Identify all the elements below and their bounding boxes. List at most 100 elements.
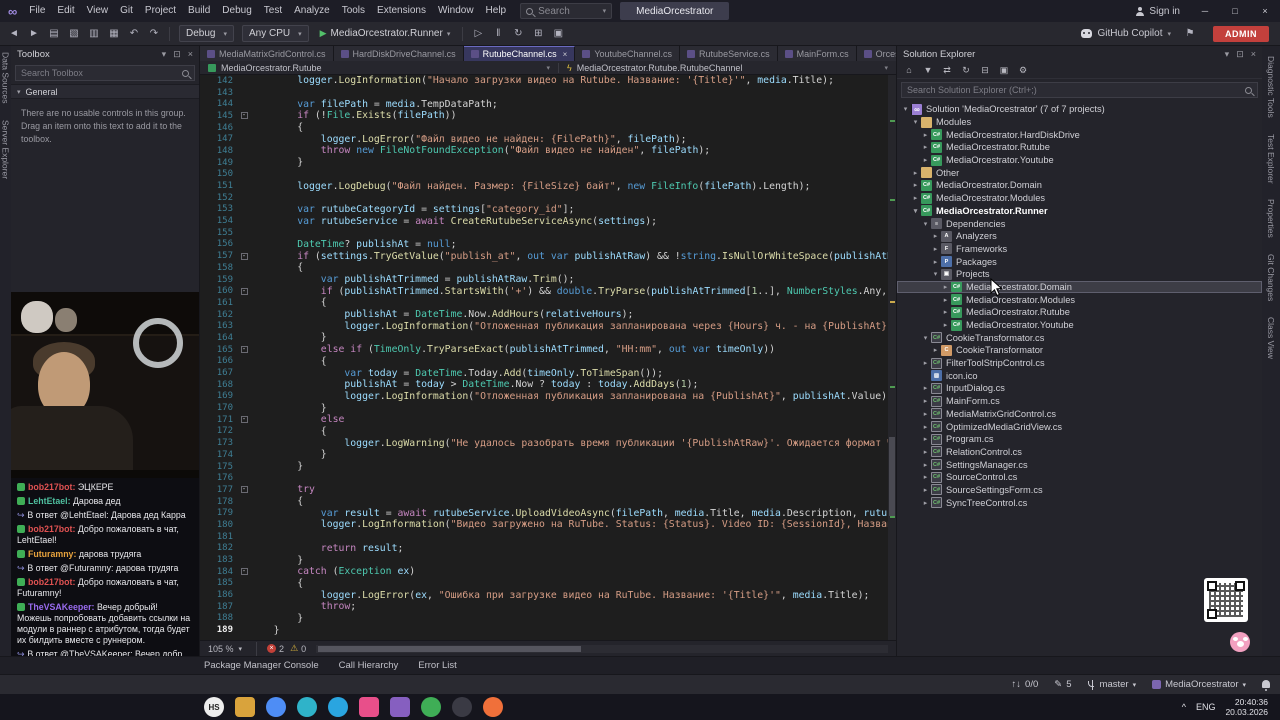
filter-icon[interactable]: ▼ (920, 63, 936, 77)
refresh-icon[interactable]: ↻ (958, 63, 974, 77)
scrollbar-thumb[interactable] (889, 436, 895, 516)
code-editor[interactable]: 142 logger.LogInformation("Начало загрузк… (200, 75, 896, 640)
save-all-icon[interactable]: ▦ (105, 25, 123, 43)
show-all-files-icon[interactable]: ▣ (996, 63, 1012, 77)
tree-item-cookietransformator-cs[interactable]: ▾ C# CookieTransformator.cs (897, 331, 1262, 344)
editor-tab-rutubeservice-cs[interactable]: RutubeService.cs (680, 46, 778, 61)
tree-item-mediaorcestrator-modules[interactable]: ▸ C# MediaOrcestrator.Modules (897, 192, 1262, 205)
editor-tab-rutubechannel-cs[interactable]: RutubeChannel.cs × (463, 46, 576, 61)
language-indicator[interactable]: ENG (1196, 702, 1216, 712)
breadcrumb-type-dropdown[interactable]: ϟ MediaOrcestrator.Rutube.RutubeChannel … (558, 62, 896, 73)
tree-item-mediaorcestrator-domain[interactable]: ▸ C# MediaOrcestrator.Domain (897, 280, 1262, 294)
menu-git[interactable]: Git (114, 0, 139, 22)
collapse-region-icon[interactable]: - (240, 568, 248, 576)
maximize-button[interactable]: □ (1220, 0, 1250, 22)
undo-icon[interactable]: ↶ (125, 25, 143, 43)
tree-item-inputdialog-cs[interactable]: ▸ C# InputDialog.cs (897, 382, 1262, 395)
tree-item-mediaorcestrator-rutube[interactable]: ▸ C# MediaOrcestrator.Rutube (897, 306, 1262, 319)
start-debugging-button[interactable]: ▶ MediaOrcestrator.Runner ▾ (314, 28, 457, 39)
menu-debug[interactable]: Debug (216, 0, 257, 22)
panel-tab-call-hierarchy[interactable]: Call Hierarchy (339, 660, 399, 671)
nav-back-icon[interactable]: ◄ (5, 25, 23, 43)
editor-tab-mediamatrixgridcontrol-cs[interactable]: MediaMatrixGridControl.cs (200, 46, 334, 61)
tree-item-mainform-cs[interactable]: ▸ C# MainForm.cs (897, 395, 1262, 408)
find-icon[interactable]: ▣ (549, 25, 567, 43)
tree-item-synctreecontrol-cs[interactable]: ▸ C# SyncTreeControl.cs (897, 496, 1262, 509)
side-tab-test-explorer[interactable]: Test Explorer (1266, 134, 1276, 184)
tree-item-icon-ico[interactable]: ▨ icon.ico (897, 369, 1262, 382)
tree-item-modules[interactable]: ▾ Modules (897, 116, 1262, 129)
chevron-down-icon[interactable]: ▾ (1225, 49, 1230, 60)
tree-item-mediaorcestrator-youtube[interactable]: ▸ C# MediaOrcestrator.Youtube (897, 319, 1262, 332)
branch-selector[interactable]: master ▾ (1087, 679, 1136, 690)
collapse-region-icon[interactable]: - (240, 346, 248, 354)
tree-item-mediaorcestrator-rutube[interactable]: ▸ C# MediaOrcestrator.Rutube (897, 141, 1262, 154)
tree-item-mediaorcestrator-modules[interactable]: ▸ C# MediaOrcestrator.Modules (897, 293, 1262, 306)
collapse-region-icon[interactable]: - (240, 416, 248, 424)
close-button[interactable]: × (1250, 0, 1280, 22)
new-file-icon[interactable]: ▤ (45, 25, 63, 43)
tree-item-cookietransformator[interactable]: ▸ C CookieTransformator (897, 344, 1262, 357)
menu-build[interactable]: Build (182, 0, 216, 22)
editor-tab-youtubechannel-cs[interactable]: YoutubeChannel.cs (575, 46, 681, 61)
properties-icon[interactable]: ⚙ (1015, 63, 1031, 77)
tray-expand-icon[interactable]: ^ (1182, 702, 1186, 712)
sign-in-button[interactable]: Sign in (1135, 6, 1180, 17)
side-tab-properties[interactable]: Properties (1266, 199, 1276, 238)
minimize-button[interactable]: ─ (1190, 0, 1220, 22)
tree-item-optimizedmediagridview-cs[interactable]: ▸ C# OptimizedMediaGridView.cs (897, 420, 1262, 433)
chevron-down-icon[interactable]: ▾ (162, 49, 167, 60)
side-tab-diagnostic-tools[interactable]: Diagnostic Tools (1266, 56, 1276, 118)
collapse-region-icon[interactable]: - (240, 486, 248, 494)
zoom-control[interactable]: 105 % ▾ (204, 644, 246, 654)
taskbar-icon-obs-studio[interactable] (452, 697, 472, 717)
repository-selector[interactable]: MediaOrcestrator ▾ (1152, 679, 1246, 690)
pending-changes-button[interactable]: ✎ 5 (1054, 679, 1071, 690)
taskbar-icon-telegram[interactable] (328, 697, 348, 717)
menu-tools[interactable]: Tools (336, 0, 371, 22)
editor-tab-harddiskdrivechannel-cs[interactable]: HardDiskDriveChannel.cs (333, 46, 464, 61)
sync-commits-button[interactable]: ↑↓ 0/0 (1012, 679, 1039, 690)
collapse-region-icon[interactable]: - (240, 112, 248, 120)
warning-indicator[interactable]: ⚠ 0 (290, 643, 306, 654)
taskbar-clock[interactable]: 20:40:36 20.03.2026 (1225, 697, 1268, 717)
toolbox-search-input[interactable]: Search Toolbox (15, 65, 195, 81)
close-icon[interactable]: × (188, 49, 193, 60)
configuration-combo[interactable]: Debug ▾ (179, 25, 234, 42)
menu-analyze[interactable]: Analyze (288, 0, 336, 22)
close-tab-icon[interactable]: × (563, 50, 568, 59)
side-tab-class-view[interactable]: Class View (1266, 317, 1276, 359)
save-icon[interactable]: ▥ (85, 25, 103, 43)
collapse-all-icon[interactable]: ⊟ (977, 63, 993, 77)
build-icon[interactable]: ⊞ (529, 25, 547, 43)
menu-file[interactable]: File (23, 0, 51, 22)
menu-window[interactable]: Window (432, 0, 480, 22)
tree-item-mediaorcestrator-youtube[interactable]: ▸ C# MediaOrcestrator.Youtube (897, 154, 1262, 167)
tree-item-projects[interactable]: ▾ ▣ Projects (897, 268, 1262, 281)
pin-icon[interactable]: ⊡ (173, 49, 181, 60)
side-tab-git-changes[interactable]: Git Changes (1266, 254, 1276, 301)
solution-explorer-header[interactable]: Solution Explorer ▾ ⊡ × (897, 46, 1262, 62)
breadcrumb-project-dropdown[interactable]: MediaOrcestrator.Rutube ▾ (200, 63, 558, 73)
menu-edit[interactable]: Edit (51, 0, 80, 22)
menu-help[interactable]: Help (480, 0, 513, 22)
tree-item-packages[interactable]: ▸ P Packages (897, 255, 1262, 268)
sync-with-active-document-icon[interactable]: ⇄ (939, 63, 955, 77)
redo-icon[interactable]: ↷ (145, 25, 163, 43)
tree-item-filtertoolstripcontrol-cs[interactable]: ▸ C# FilterToolStripControl.cs (897, 357, 1262, 370)
notifications-bell-icon[interactable] (1262, 679, 1270, 691)
tree-item-dependencies[interactable]: ▾ ≡ Dependencies (897, 217, 1262, 230)
pin-icon[interactable]: ⊡ (1236, 49, 1244, 60)
tree-item-mediaorcestrator-harddiskdrive[interactable]: ▸ C# MediaOrcestrator.HardDiskDrive (897, 128, 1262, 141)
tree-item-settingsmanager-cs[interactable]: ▸ C# SettingsManager.cs (897, 458, 1262, 471)
admin-button[interactable]: ADMIN (1213, 25, 1269, 42)
taskbar-icon-firefox[interactable] (483, 697, 503, 717)
taskbar-icon-green-app[interactable] (421, 697, 441, 717)
toolbox-header[interactable]: Toolbox ▾ ⊡ × (11, 46, 199, 62)
tree-item-sourcesettingsform-cs[interactable]: ▸ C# SourceSettingsForm.cs (897, 484, 1262, 497)
side-tab-server-explorer[interactable]: Server Explorer (1, 120, 11, 179)
tree-item-other[interactable]: ▸ Other (897, 166, 1262, 179)
toolbox-group-general[interactable]: ▾ General (11, 84, 199, 99)
taskbar-icon-browser-chrome[interactable] (266, 697, 286, 717)
taskbar-icon-edge-browser[interactable] (297, 697, 317, 717)
